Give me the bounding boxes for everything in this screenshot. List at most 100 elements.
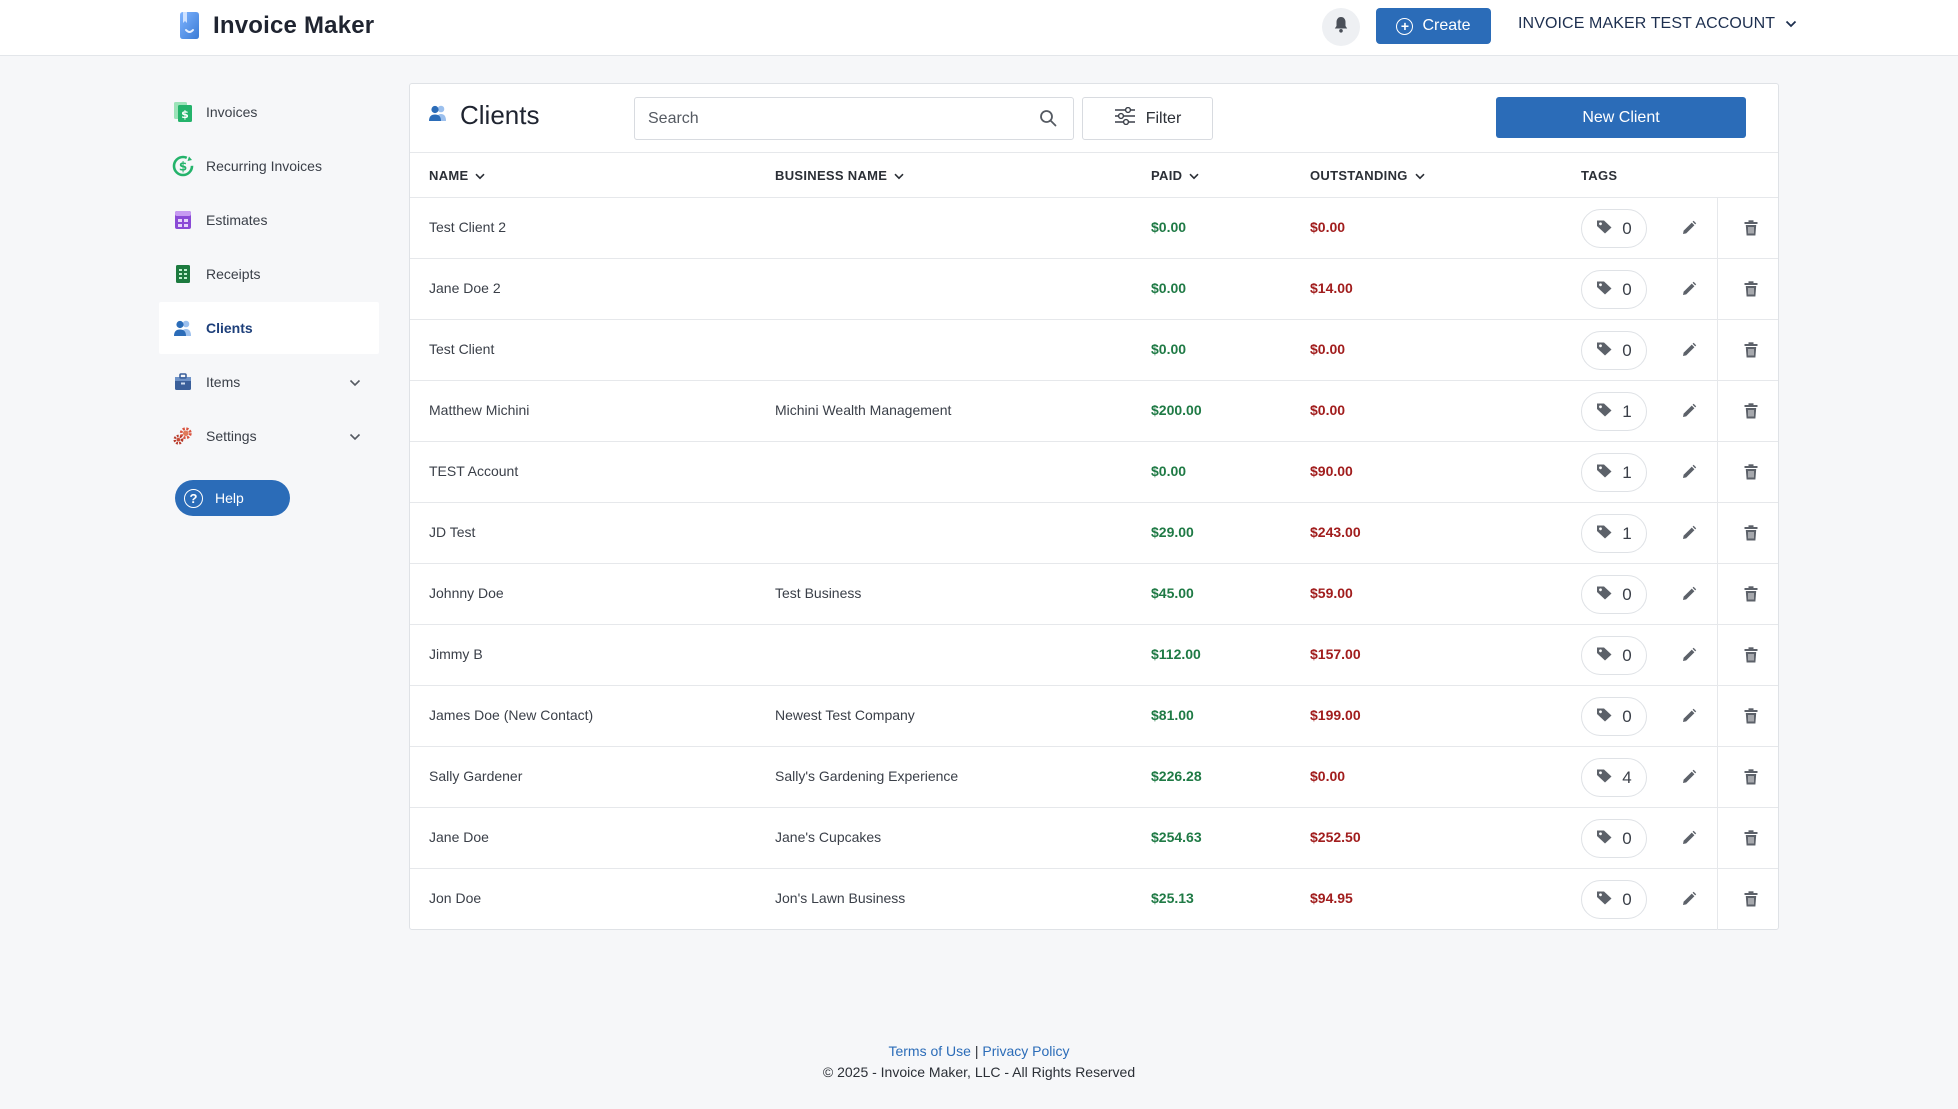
client-name[interactable]: Matthew Michini: [429, 402, 529, 418]
table-row[interactable]: Jane Doe Jane's Cupcakes $254.63 $252.50…: [410, 808, 1778, 869]
tags-button[interactable]: 0: [1581, 880, 1647, 919]
trash-icon[interactable]: [1740, 461, 1762, 483]
table-row[interactable]: Matthew Michini Michini Wealth Managemen…: [410, 381, 1778, 442]
edit-icon[interactable]: [1678, 400, 1700, 422]
tags-button[interactable]: 1: [1581, 453, 1647, 492]
table-row[interactable]: Jane Doe 2 $0.00 $14.00 0: [410, 259, 1778, 320]
client-name[interactable]: Jane Doe 2: [429, 280, 501, 296]
trash-icon[interactable]: [1740, 278, 1762, 300]
search-input[interactable]: [635, 98, 1025, 139]
column-header-outstanding[interactable]: OUTSTANDING: [1310, 168, 1425, 183]
tag-icon: [1596, 890, 1613, 910]
trash-icon[interactable]: [1740, 705, 1762, 727]
help-button-label: Help: [215, 490, 244, 506]
business-name: Test Business: [775, 585, 862, 601]
tags-button[interactable]: 0: [1581, 270, 1647, 309]
sidebar-item-estimates[interactable]: Estimates: [159, 194, 379, 246]
trash-icon[interactable]: [1740, 339, 1762, 361]
trash-icon[interactable]: [1740, 217, 1762, 239]
tag-icon: [1596, 524, 1613, 544]
trash-icon[interactable]: [1740, 827, 1762, 849]
terms-link[interactable]: Terms of Use: [888, 1043, 970, 1059]
table-row[interactable]: JD Test $29.00 $243.00 1: [410, 503, 1778, 564]
edit-icon[interactable]: [1678, 766, 1700, 788]
tags-button[interactable]: 0: [1581, 331, 1647, 370]
new-client-button[interactable]: New Client: [1496, 97, 1746, 138]
edit-icon[interactable]: [1678, 888, 1700, 910]
column-header-business-name[interactable]: BUSINESS NAME: [775, 168, 904, 183]
client-name[interactable]: Test Client: [429, 341, 494, 357]
edit-icon[interactable]: [1678, 339, 1700, 361]
edit-icon[interactable]: [1678, 583, 1700, 605]
client-name[interactable]: Jon Doe: [429, 890, 481, 906]
tags-button[interactable]: 0: [1581, 636, 1647, 675]
edit-icon[interactable]: [1678, 461, 1700, 483]
client-name[interactable]: Test Client 2: [429, 219, 506, 235]
account-menu[interactable]: INVOICE MAKER TEST ACCOUNT: [1518, 15, 1797, 33]
tags-button[interactable]: 1: [1581, 514, 1647, 553]
sidebar-item-receipts[interactable]: Receipts: [159, 248, 379, 300]
create-button-label: Create: [1422, 17, 1471, 34]
table-row[interactable]: TEST Account $0.00 $90.00 1: [410, 442, 1778, 503]
tag-count: 0: [1622, 706, 1632, 726]
table-row[interactable]: Test Client $0.00 $0.00 0: [410, 320, 1778, 381]
brand[interactable]: Invoice Maker: [177, 11, 374, 40]
sidebar-item-label: Recurring Invoices: [206, 158, 322, 174]
edit-icon[interactable]: [1678, 217, 1700, 239]
chevron-down-icon: [894, 168, 904, 183]
filter-button[interactable]: Filter: [1082, 97, 1213, 140]
tags-button[interactable]: 0: [1581, 819, 1647, 858]
search-icon[interactable]: [1039, 109, 1057, 132]
trash-icon[interactable]: [1740, 888, 1762, 910]
tags-button[interactable]: 4: [1581, 758, 1647, 797]
business-name: Michini Wealth Management: [775, 402, 952, 418]
table-row[interactable]: Jimmy B $112.00 $157.00 0: [410, 625, 1778, 686]
outstanding-amount: $0.00: [1310, 768, 1346, 784]
tags-button[interactable]: 1: [1581, 392, 1647, 431]
privacy-link[interactable]: Privacy Policy: [982, 1043, 1069, 1059]
sidebar-item-clients[interactable]: Clients: [159, 302, 379, 354]
trash-icon[interactable]: [1740, 400, 1762, 422]
table-row[interactable]: Jon Doe Jon's Lawn Business $25.13 $94.9…: [410, 869, 1778, 930]
edit-icon[interactable]: [1678, 278, 1700, 300]
sidebar-item-items[interactable]: Items: [159, 356, 379, 408]
trash-icon[interactable]: [1740, 583, 1762, 605]
help-button[interactable]: ? Help: [175, 480, 290, 516]
table-row[interactable]: Sally Gardener Sally's Gardening Experie…: [410, 747, 1778, 808]
client-name[interactable]: Jimmy B: [429, 646, 483, 662]
tags-button[interactable]: 0: [1581, 575, 1647, 614]
edit-icon[interactable]: [1678, 827, 1700, 849]
chevron-down-icon[interactable]: [349, 374, 361, 390]
edit-icon[interactable]: [1678, 705, 1700, 727]
client-name[interactable]: Johnny Doe: [429, 585, 504, 601]
table-row[interactable]: Test Client 2 $0.00 $0.00 0: [410, 198, 1778, 259]
trash-icon[interactable]: [1740, 644, 1762, 666]
edit-icon[interactable]: [1678, 522, 1700, 544]
sidebar-item-recurring-invoices[interactable]: $ Recurring Invoices: [159, 140, 379, 192]
edit-icon[interactable]: [1678, 644, 1700, 666]
client-name[interactable]: JD Test: [429, 524, 475, 540]
client-name[interactable]: TEST Account: [429, 463, 518, 479]
client-name[interactable]: James Doe (New Contact): [429, 707, 593, 723]
column-header-paid[interactable]: PAID: [1151, 168, 1199, 183]
column-header-name[interactable]: NAME: [429, 168, 486, 183]
notifications-button[interactable]: [1322, 8, 1360, 46]
client-name[interactable]: Jane Doe: [429, 829, 489, 845]
create-button[interactable]: + Create: [1376, 8, 1491, 44]
row-divider: [1717, 381, 1718, 442]
trash-icon[interactable]: [1740, 766, 1762, 788]
sidebar-item-settings[interactable]: Settings: [159, 410, 379, 462]
chevron-down-icon[interactable]: [349, 428, 361, 444]
page-title-text: Clients: [460, 100, 540, 130]
sidebar-item-invoices[interactable]: $ Invoices: [159, 86, 379, 138]
row-divider: [1717, 503, 1718, 564]
tag-count: 0: [1622, 279, 1632, 299]
tags-button[interactable]: 0: [1581, 209, 1647, 248]
tags-button[interactable]: 0: [1581, 697, 1647, 736]
trash-icon[interactable]: [1740, 522, 1762, 544]
plus-circle-icon: +: [1396, 17, 1414, 35]
table-row[interactable]: James Doe (New Contact) Newest Test Comp…: [410, 686, 1778, 747]
client-name[interactable]: Sally Gardener: [429, 768, 522, 784]
tag-count: 1: [1622, 523, 1632, 543]
table-row[interactable]: Johnny Doe Test Business $45.00 $59.00 0: [410, 564, 1778, 625]
